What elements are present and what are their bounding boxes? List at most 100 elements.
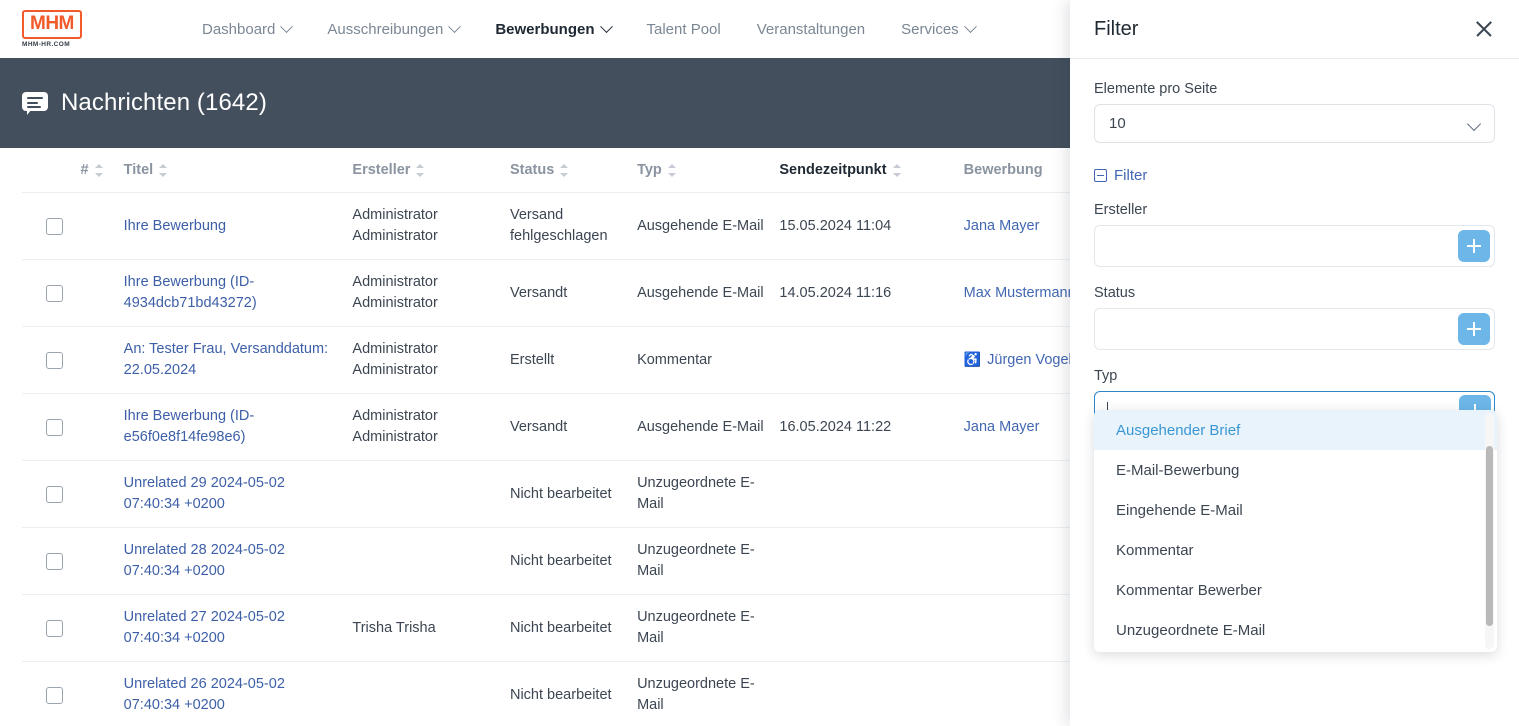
sort-icon[interactable] bbox=[159, 163, 168, 177]
cell-sendezeitpunkt bbox=[779, 661, 964, 726]
sort-icon[interactable] bbox=[667, 163, 676, 177]
cell-bewerbung-value[interactable]: Jana Mayer bbox=[964, 218, 1040, 234]
cell-typ-value: Unzugeordnete E-Mail bbox=[637, 475, 755, 512]
sort-icon[interactable] bbox=[560, 163, 569, 177]
filter-field-label: Typ bbox=[1094, 368, 1118, 384]
row-number-cell bbox=[80, 192, 124, 260]
cell-sendezeitpunkt: 15.05.2024 11:04 bbox=[779, 192, 964, 260]
nav-item-veranstaltungen[interactable]: Veranstaltungen bbox=[739, 0, 883, 58]
cell-ersteller bbox=[352, 460, 510, 528]
row-checkbox[interactable] bbox=[46, 418, 63, 436]
nav-item-talent-pool[interactable]: Talent Pool bbox=[629, 0, 739, 58]
dropdown-option[interactable]: Kommentar bbox=[1094, 530, 1497, 570]
cell-ersteller: Administrator Administrator bbox=[352, 259, 510, 327]
cell-titel-value[interactable]: Unrelated 29 2024-05-02 07:40:34 +0200 bbox=[124, 475, 285, 512]
cell-typ-value: Ausgehende E-Mail bbox=[637, 284, 764, 301]
cell-titel-value[interactable]: Ihre Bewerbung (ID-4934dcb71bd43272) bbox=[124, 274, 257, 311]
dropdown-option[interactable]: E-Mail-Bewerbung bbox=[1094, 450, 1497, 490]
cell-typ-value: Unzugeordnete E-Mail bbox=[637, 676, 755, 713]
row-checkbox[interactable] bbox=[46, 686, 63, 704]
cell-ersteller-value: Administrator Administrator bbox=[352, 274, 438, 311]
cell-typ-value: Ausgehende E-Mail bbox=[637, 418, 764, 435]
cell-titel-value[interactable]: Unrelated 27 2024-05-02 07:40:34 +0200 bbox=[124, 609, 285, 646]
row-checkbox[interactable] bbox=[46, 552, 63, 570]
column-header-sendezeitpunkt[interactable]: Sendezeitpunkt bbox=[779, 148, 964, 193]
cell-sendezeitpunkt bbox=[779, 527, 964, 595]
status-filter-input[interactable] bbox=[1094, 308, 1495, 350]
nav-item-ausschreibungen[interactable]: Ausschreibungen bbox=[309, 0, 477, 58]
row-checkbox-cell bbox=[22, 192, 81, 260]
dropdown-option[interactable]: Unzugeordnete E-Mail bbox=[1094, 610, 1497, 650]
nav-item-services[interactable]: Services bbox=[883, 0, 993, 58]
sort-icon[interactable] bbox=[892, 163, 901, 177]
dropdown-option[interactable]: Kommentar Bewerber bbox=[1094, 570, 1497, 610]
cell-ersteller: Administrator Administrator bbox=[352, 393, 510, 461]
cell-bewerbung-value[interactable]: Max Mustermann bbox=[964, 285, 1076, 301]
cell-typ: Unzugeordnete E-Mail bbox=[637, 594, 780, 662]
chevron-down-icon bbox=[963, 19, 977, 33]
cell-status-value: Nicht bearbeitet bbox=[509, 619, 612, 636]
cell-titel-value[interactable]: Unrelated 28 2024-05-02 07:40:34 +0200 bbox=[124, 542, 285, 579]
cell-status-value: Versandt bbox=[509, 284, 568, 301]
row-checkbox-cell bbox=[22, 259, 81, 327]
column-header-titel[interactable]: Titel bbox=[123, 148, 353, 193]
column-header-typ[interactable]: Typ bbox=[637, 148, 780, 193]
cell-bewerbung-value[interactable]: Jana Mayer bbox=[964, 419, 1040, 435]
filter-collapse-toggle[interactable]: Filter bbox=[1094, 167, 1495, 184]
nav-item-label: Dashboard bbox=[202, 20, 276, 38]
cell-ersteller: Administrator Administrator bbox=[352, 326, 510, 394]
nav-item-dashboard[interactable]: Dashboard bbox=[184, 0, 309, 58]
sort-icon[interactable] bbox=[416, 163, 425, 177]
column-header-[interactable]: # bbox=[80, 148, 124, 193]
filter-field-ersteller: Ersteller bbox=[1094, 202, 1495, 267]
dropdown-option-label: Eingehende E-Mail bbox=[1116, 501, 1243, 519]
row-checkbox[interactable] bbox=[46, 619, 63, 637]
column-header-ersteller[interactable]: Ersteller bbox=[352, 148, 510, 193]
dropdown-option-label: Kommentar Bewerber bbox=[1116, 581, 1262, 599]
column-header-label: Typ bbox=[637, 162, 662, 178]
cell-titel-value[interactable]: Ihre Bewerbung bbox=[124, 218, 226, 234]
close-icon[interactable] bbox=[1473, 18, 1495, 40]
chevron-down-icon bbox=[280, 19, 294, 33]
cell-titel-value[interactable]: Unrelated 26 2024-05-02 07:40:34 +0200 bbox=[124, 676, 285, 713]
cell-ersteller bbox=[352, 661, 510, 726]
dropdown-option[interactable]: Eingehende E-Mail bbox=[1094, 490, 1497, 530]
cell-status: Versandt bbox=[509, 259, 638, 327]
dropdown-scrollbar-thumb[interactable] bbox=[1486, 446, 1493, 626]
filter-panel: Filter Elemente pro Seite 10 Filter Erst… bbox=[1070, 0, 1519, 726]
cell-titel-value[interactable]: An: Tester Frau, Versanddatum: 22.05.202… bbox=[124, 341, 328, 378]
cell-typ-value: Kommentar bbox=[637, 351, 713, 368]
row-number-cell bbox=[80, 326, 124, 394]
row-checkbox[interactable] bbox=[46, 351, 63, 369]
nav-item-bewerbungen[interactable]: Bewerbungen bbox=[477, 0, 628, 58]
cell-status: Nicht bearbeitet bbox=[509, 527, 638, 595]
dropdown-option-label: E-Mail-Bewerbung bbox=[1116, 461, 1240, 479]
brand-logo[interactable]: MHM MHM-HR.COM bbox=[0, 10, 160, 48]
column-header-status[interactable]: Status bbox=[509, 148, 638, 193]
per-page-select[interactable]: 10 bbox=[1094, 104, 1495, 143]
dropdown-scrollbar[interactable] bbox=[1485, 413, 1494, 649]
row-checkbox[interactable] bbox=[46, 284, 63, 302]
row-checkbox[interactable] bbox=[46, 217, 63, 235]
message-icon bbox=[22, 92, 48, 115]
sort-icon[interactable] bbox=[94, 163, 103, 177]
ersteller-filter-input[interactable] bbox=[1094, 225, 1495, 267]
row-checkbox[interactable] bbox=[46, 485, 63, 503]
dropdown-option[interactable]: Ausgehender Brief bbox=[1094, 410, 1497, 450]
cell-typ-value: Unzugeordnete E-Mail bbox=[637, 609, 755, 646]
cell-sendezeitpunkt bbox=[779, 460, 964, 528]
cell-status-value: Erstellt bbox=[509, 351, 555, 368]
cell-sendezeitpunkt-value: 14.05.2024 11:16 bbox=[779, 284, 892, 301]
cell-ersteller: Administrator Administrator bbox=[352, 192, 510, 260]
filter-panel-header: Filter bbox=[1070, 0, 1519, 59]
add-ersteller-filter-button[interactable] bbox=[1458, 230, 1490, 262]
row-number-cell bbox=[80, 393, 124, 461]
cell-titel: Ihre Bewerbung bbox=[123, 192, 353, 260]
cell-titel-value[interactable]: Ihre Bewerbung (ID-e56f0e8f14fe98e6) bbox=[124, 408, 255, 445]
cell-typ-value: Ausgehende E-Mail bbox=[637, 217, 764, 234]
add-status-filter-button[interactable] bbox=[1458, 313, 1490, 345]
filter-fields: Ersteller Status Typ bbox=[1094, 202, 1495, 433]
cell-sendezeitpunkt: 16.05.2024 11:22 bbox=[779, 393, 964, 461]
cell-titel: Unrelated 27 2024-05-02 07:40:34 +0200 bbox=[123, 594, 353, 662]
cell-status-value: Versand fehlgeschlagen bbox=[509, 207, 608, 244]
